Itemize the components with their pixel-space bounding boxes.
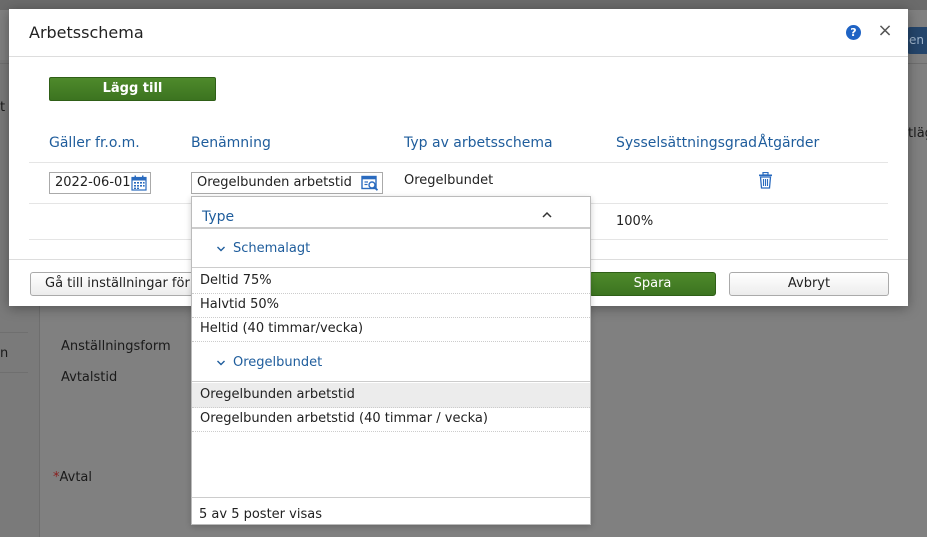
dropdown-header[interactable]: Type — [192, 197, 590, 229]
dropdown-option[interactable]: Halvtid 50% — [192, 293, 590, 318]
valid-from-date-input[interactable]: 2022-06-01 — [49, 172, 151, 194]
schedule-name-value: Oregelbunden arbetstid — [197, 175, 352, 190]
column-header-schedule-type: Typ av arbetsschema — [404, 135, 553, 151]
calendar-icon[interactable] — [131, 175, 147, 191]
background-right-button: en — [907, 27, 927, 54]
background-divider — [0, 332, 28, 333]
dropdown-option[interactable]: Heltid (40 timmar/vecka) — [192, 317, 590, 342]
background-right-text: tläg — [908, 126, 927, 141]
schedule-name-input[interactable]: Oregelbunden arbetstid — [191, 172, 383, 194]
chevron-up-icon[interactable] — [541, 210, 553, 220]
dropdown-option-selected[interactable]: Oregelbunden arbetstid — [192, 383, 590, 408]
table-header-divider — [29, 162, 888, 163]
help-icon[interactable]: ? — [846, 25, 861, 40]
dropdown-header-label: Type — [202, 209, 235, 225]
add-work-schedule-button[interactable]: Lägg till arbetsschema — [49, 77, 216, 118]
cancel-button[interactable]: Avbryt — [729, 272, 889, 296]
column-header-employment-rate: Sysselsättningsgrad — [616, 135, 758, 151]
dropdown-option[interactable]: Deltid 75% — [192, 269, 590, 294]
trash-icon[interactable] — [758, 172, 773, 189]
background-side-text: n — [0, 346, 9, 361]
schedule-type-dropdown: Type Schemalagt Deltid 75% Halvtid 50% H… — [191, 196, 591, 525]
column-header-name: Benämning — [191, 135, 271, 151]
background-side-text: t — [0, 100, 6, 115]
close-icon[interactable]: × — [876, 21, 894, 41]
column-header-actions: Åtgärder — [758, 135, 820, 151]
chevron-down-icon — [217, 360, 225, 366]
go-to-settings-button[interactable]: Gå till inställningar för arbetsschema — [30, 272, 200, 296]
schedule-type-value: Oregelbundet — [404, 173, 494, 188]
dialog-header: Arbetsschema ? × — [9, 9, 908, 57]
employment-form-label: Anställningsform — [61, 339, 171, 354]
chevron-down-icon — [217, 246, 225, 252]
dropdown-group-label: Oregelbundet — [233, 355, 323, 370]
date-value: 2022-06-01 — [55, 175, 131, 190]
column-header-valid-from: Gäller fr.o.m. — [49, 135, 140, 151]
agreement-time-label: Avtalstid — [61, 370, 118, 385]
agreement-label-text: Avtal — [59, 470, 93, 485]
dropdown-option[interactable]: Oregelbunden arbetstid (40 timmar / veck… — [192, 407, 590, 432]
dialog-title: Arbetsschema — [29, 23, 144, 42]
dropdown-group-label: Schemalagt — [233, 241, 311, 256]
agreement-label: *Avtal — [53, 470, 92, 485]
lookup-search-icon[interactable] — [361, 175, 379, 191]
dropdown-status-text: 5 av 5 poster visas — [192, 497, 590, 524]
dropdown-group-schemalagt[interactable]: Schemalagt — [192, 230, 590, 268]
background-divider — [0, 372, 28, 373]
save-button[interactable]: Spara — [589, 272, 716, 296]
employment-rate-value: 100% — [616, 214, 654, 229]
dropdown-group-oregelbundet[interactable]: Oregelbundet — [192, 344, 590, 382]
